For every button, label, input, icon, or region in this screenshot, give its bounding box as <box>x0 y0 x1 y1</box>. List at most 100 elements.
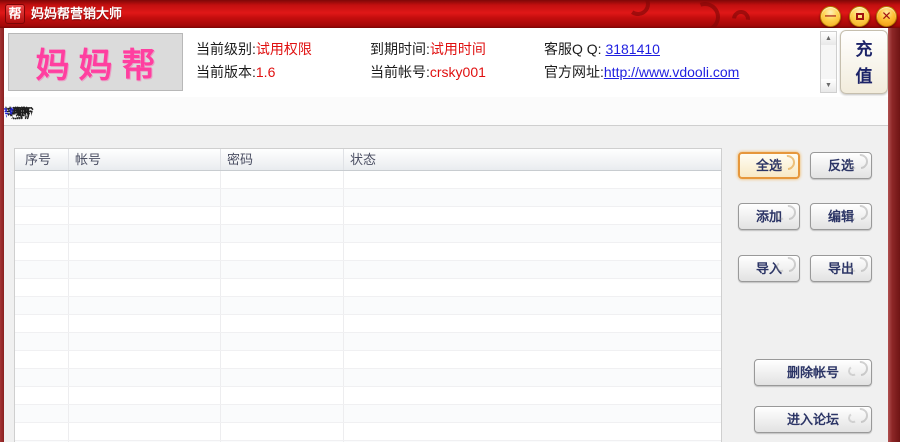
table-row[interactable] <box>15 315 721 333</box>
table-cell <box>344 369 721 386</box>
table-cell <box>344 315 721 332</box>
table-row[interactable] <box>15 171 721 189</box>
table-cell <box>15 405 69 422</box>
table-cell <box>221 297 344 314</box>
close-button[interactable]: ✕ <box>876 6 897 27</box>
table-cell <box>69 297 221 314</box>
table-row[interactable] <box>15 243 721 261</box>
scroll-down-icon[interactable]: ▼ <box>821 79 836 92</box>
table-cell <box>69 333 221 350</box>
table-cell <box>69 207 221 224</box>
maximize-button[interactable] <box>849 6 870 27</box>
minimize-button[interactable]: — <box>820 6 841 27</box>
table-cell <box>344 351 721 368</box>
table-cell <box>69 423 221 440</box>
table-cell <box>69 369 221 386</box>
column-header[interactable]: 状态 <box>344 149 721 170</box>
table-cell <box>221 243 344 260</box>
table-cell <box>69 225 221 242</box>
recharge-button[interactable]: 充值 <box>840 30 888 94</box>
current-level-row: 当前级别:试用权限 <box>196 41 312 57</box>
table-row[interactable] <box>15 405 721 423</box>
table-cell <box>221 405 344 422</box>
table-row[interactable] <box>15 225 721 243</box>
main-panel: 序号 帐号 密码 状态 全选 反选 添加 编辑 导入 导出 删除帐号 进入论坛 <box>4 126 888 442</box>
export-button[interactable]: 导出 <box>810 255 872 282</box>
contact-info: 客服Q Q: 3181410 官方网址:http://www.vdooli.co… <box>544 38 739 84</box>
column-header[interactable]: 帐号 <box>69 149 221 170</box>
table-row[interactable] <box>15 189 721 207</box>
import-button[interactable]: 导入 <box>738 255 800 282</box>
table-header: 序号 帐号 密码 状态 <box>15 149 721 171</box>
edit-button[interactable]: 编辑 <box>810 203 872 230</box>
table-cell <box>344 225 721 242</box>
table-cell <box>221 351 344 368</box>
table-row[interactable] <box>15 387 721 405</box>
invert-select-button[interactable]: 反选 <box>810 152 872 179</box>
service-qq-link[interactable]: 3181410 <box>605 41 660 57</box>
table-cell <box>15 423 69 440</box>
current-level-value: 试用权限 <box>255 41 312 57</box>
table-cell <box>15 333 69 350</box>
license-info: 当前级别:试用权限 当前版本:1.6 <box>196 38 312 84</box>
enter-forum-button[interactable]: 进入论坛 <box>754 406 872 433</box>
window-border-left <box>0 28 4 442</box>
header: 妈妈帮 当前级别:试用权限 当前版本:1.6 到期时间:试用时间 当前帐号:cr… <box>4 28 888 97</box>
titlebar-swirl-ornament <box>728 6 754 28</box>
app-window: 帮 妈妈帮营销大师 — ✕ 妈妈帮 当前级别:试用权限 当前版本:1.6 到期时… <box>0 0 900 442</box>
service-qq-row: 客服Q Q: 3181410 <box>544 41 660 57</box>
table-cell <box>15 207 69 224</box>
table-body <box>15 171 721 442</box>
table-cell <box>221 279 344 296</box>
table-cell <box>15 189 69 206</box>
window-border-right <box>888 28 900 442</box>
table-cell <box>221 315 344 332</box>
table-cell <box>344 387 721 404</box>
scroll-up-icon[interactable]: ▲ <box>821 32 836 45</box>
table-cell <box>15 261 69 278</box>
official-site-link[interactable]: http://www.vdooli.com <box>604 64 739 80</box>
table-row[interactable] <box>15 333 721 351</box>
official-site-row: 官方网址:http://www.vdooli.com <box>544 64 740 80</box>
table-cell <box>15 297 69 314</box>
app-icon: 帮 <box>5 4 25 24</box>
table-cell <box>69 279 221 296</box>
table-cell <box>15 315 69 332</box>
table-cell <box>221 261 344 278</box>
table-cell <box>69 171 221 188</box>
current-account-row: 当前帐号:crsky001 <box>370 64 486 80</box>
expire-time-value: 试用时间 <box>429 41 486 57</box>
table-row[interactable] <box>15 207 721 225</box>
table-cell <box>221 207 344 224</box>
table-row[interactable] <box>15 351 721 369</box>
table-cell <box>69 351 221 368</box>
table-cell <box>15 243 69 260</box>
table-cell <box>221 171 344 188</box>
table-row[interactable] <box>15 369 721 387</box>
table-row[interactable] <box>15 297 721 315</box>
table-cell <box>15 225 69 242</box>
select-all-button[interactable]: 全选 <box>738 152 800 179</box>
info-scrollbar[interactable]: ▲ ▼ <box>820 31 837 93</box>
app-logo: 妈妈帮 <box>35 46 165 85</box>
table-row[interactable] <box>15 423 721 441</box>
table-cell <box>221 225 344 242</box>
table-cell <box>15 387 69 404</box>
titlebar-swirl-ornament <box>624 0 652 18</box>
table-cell <box>344 405 721 422</box>
account-table[interactable]: 序号 帐号 密码 状态 <box>14 148 722 442</box>
delete-account-button[interactable]: 删除帐号 <box>754 359 872 386</box>
current-version-row: 当前版本:1.6 <box>196 64 276 80</box>
titlebar-swirl-ornament <box>685 0 725 28</box>
table-row[interactable] <box>15 279 721 297</box>
window-title: 妈妈帮营销大师 <box>31 6 123 21</box>
tab-bar: 帐号管理上传头像内容管理版块管理发贴跟贴顶贴私信工作日志生成图片系统设置 <box>4 97 888 126</box>
add-button[interactable]: 添加 <box>738 203 800 230</box>
column-header[interactable]: 序号 <box>15 149 69 170</box>
table-cell <box>69 387 221 404</box>
table-cell <box>221 333 344 350</box>
column-header[interactable]: 密码 <box>221 149 344 170</box>
table-cell <box>69 243 221 260</box>
table-row[interactable] <box>15 261 721 279</box>
recharge-label-char: 充 <box>855 40 873 59</box>
